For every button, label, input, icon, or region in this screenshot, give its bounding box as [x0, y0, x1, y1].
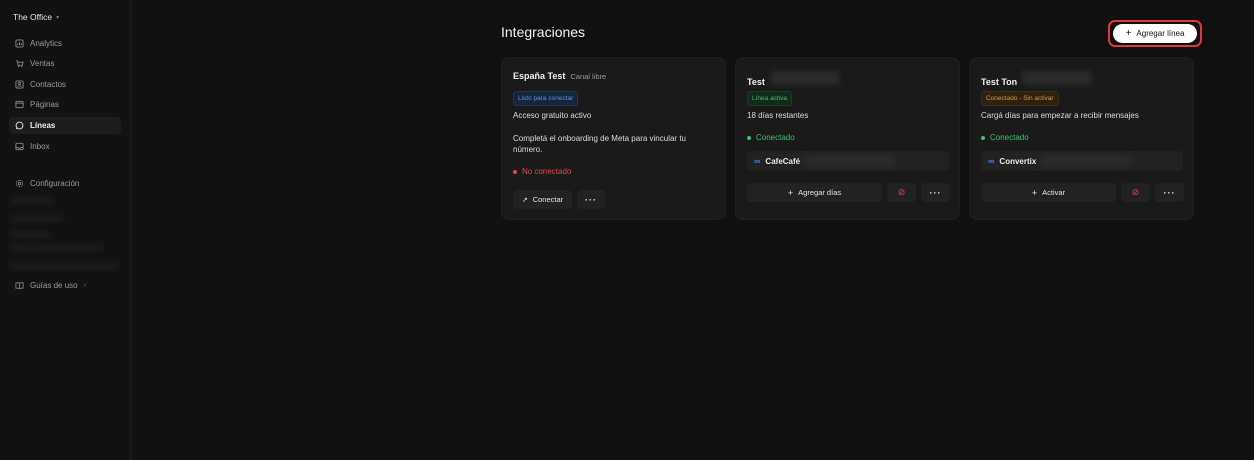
card-instructions: Completá el onboarding de Meta para vinc…	[513, 134, 686, 154]
card-title: Test	[747, 71, 840, 87]
linked-account: ∞ CafeCafé	[747, 151, 949, 171]
chevron-down-icon: ▾	[56, 14, 60, 21]
add-line-highlight: + Agregar línea	[1108, 20, 1202, 47]
plus-icon: +	[1125, 27, 1132, 39]
activate-button[interactable]: + Activar	[981, 183, 1116, 202]
disable-line-button[interactable]: ⊘	[1121, 183, 1150, 202]
linked-account-name: Convertix	[999, 156, 1037, 166]
more-options-button[interactable]: ···	[1155, 183, 1184, 202]
chart-icon	[15, 39, 24, 48]
sidebar-item-paginas[interactable]: Páginas	[9, 96, 121, 113]
ellipsis-icon: ···	[585, 194, 597, 205]
connect-label: Conectar	[532, 195, 564, 204]
redacted-text	[805, 155, 896, 167]
sidebar-item-label: Páginas	[30, 100, 59, 109]
card-title-text: Test	[747, 77, 765, 87]
card-description: 18 días restantes	[747, 111, 809, 120]
redacted-item	[10, 243, 105, 251]
line-card-test-ton: Test Ton Conectado - Sin activar Cargá d…	[969, 57, 1194, 220]
connect-button[interactable]: ↗ Conectar	[513, 190, 572, 209]
redacted-text	[1041, 155, 1132, 167]
status-badge: Listo para conectar	[513, 91, 579, 106]
sidebar-item-guias[interactable]: Guías de uso ›	[9, 277, 121, 294]
contacts-icon	[15, 80, 24, 89]
more-options-button[interactable]: ···	[577, 190, 605, 209]
card-description: Acceso gratuito activo	[513, 111, 592, 120]
sidebar-item-configuracion[interactable]: Configuración	[9, 175, 121, 192]
status-dot-icon	[981, 135, 985, 140]
line-card-test: Test Línea activa 18 días restantes Cone…	[735, 57, 960, 220]
card-title-text: España Test	[513, 71, 566, 81]
sidebar-item-lineas[interactable]: Líneas	[9, 117, 121, 134]
sidebar-item-label: Ventas	[30, 59, 55, 68]
redacted-item	[10, 215, 65, 223]
sidebar-item-label: Líneas	[30, 121, 56, 130]
whatsapp-icon	[15, 121, 24, 130]
redacted-item	[10, 197, 55, 205]
gear-icon	[15, 179, 24, 188]
add-days-label: Agregar días	[798, 188, 842, 197]
status-dot-icon	[513, 169, 517, 174]
redacted-text	[769, 71, 840, 85]
sidebar: The Office ▾ Analytics Ventas Contactos …	[0, 0, 132, 460]
disable-line-button[interactable]: ⊘	[887, 183, 916, 202]
redacted-text	[1022, 71, 1093, 85]
activate-label: Activar	[1042, 188, 1066, 197]
app-root: The Office ▾ Analytics Ventas Contactos …	[0, 0, 1254, 460]
redacted-item	[10, 230, 50, 238]
chevron-right-icon: ›	[83, 282, 86, 289]
sidebar-item-inbox[interactable]: Inbox	[9, 138, 121, 155]
status-badge: Conectado - Sin activar	[981, 91, 1059, 106]
book-icon	[15, 281, 24, 290]
ellipsis-icon: ···	[1163, 187, 1176, 198]
connection-status: Conectado	[747, 133, 795, 142]
sidebar-item-label: Analytics	[30, 39, 63, 48]
add-days-button[interactable]: + Agregar días	[747, 183, 882, 202]
meta-icon: ∞	[754, 156, 761, 166]
arrow-up-right-icon: ↗	[521, 196, 528, 204]
card-title: España Test Canal libre	[513, 71, 606, 81]
line-card-espana-test: España Test Canal libre Listo para conec…	[501, 57, 726, 220]
workspace-switcher[interactable]: The Office ▾	[13, 12, 59, 22]
card-subtitle: Canal libre	[570, 72, 607, 81]
sidebar-item-label: Configuración	[30, 179, 80, 188]
sidebar-item-label: Contactos	[30, 80, 67, 89]
add-line-label: Agregar línea	[1136, 29, 1185, 38]
sidebar-item-label: Guías de uso	[30, 281, 78, 290]
ban-icon: ⊘	[1131, 187, 1140, 197]
redacted-item	[10, 262, 118, 270]
add-line-button[interactable]: + Agregar línea	[1113, 24, 1197, 43]
connection-status: Conectado	[981, 133, 1029, 142]
status-dot-icon	[747, 135, 751, 140]
card-title: Test Ton	[981, 71, 1093, 87]
more-options-button[interactable]: ···	[921, 183, 950, 202]
pages-icon	[15, 100, 24, 109]
connection-status: No conectado	[513, 167, 571, 176]
workspace-name: The Office	[13, 12, 53, 22]
plus-icon: +	[1031, 187, 1038, 198]
connection-status-label: Conectado	[990, 133, 1029, 142]
sidebar-item-label: Inbox	[30, 142, 50, 151]
status-badge: Línea activa	[747, 91, 793, 106]
cart-icon	[15, 59, 24, 68]
linked-account: ∞ Convertix	[981, 151, 1183, 171]
connection-status-label: Conectado	[756, 133, 795, 142]
connection-status-label: No conectado	[522, 167, 572, 176]
linked-account-name: CafeCafé	[765, 156, 801, 166]
meta-icon: ∞	[988, 156, 995, 166]
page-title: Integraciones	[501, 24, 586, 40]
card-description: Cargá días para empezar a recibir mensaj…	[981, 111, 1139, 120]
sidebar-item-contactos[interactable]: Contactos	[9, 76, 121, 93]
card-title-text: Test Ton	[981, 77, 1018, 87]
inbox-icon	[15, 142, 24, 151]
sidebar-item-analytics[interactable]: Analytics	[9, 35, 121, 52]
plus-icon: +	[787, 187, 794, 198]
main-content: Integraciones + Agregar línea España Tes…	[133, 0, 1254, 460]
ellipsis-icon: ···	[929, 187, 942, 198]
ban-icon: ⊘	[897, 187, 906, 197]
sidebar-item-ventas[interactable]: Ventas	[9, 55, 121, 72]
